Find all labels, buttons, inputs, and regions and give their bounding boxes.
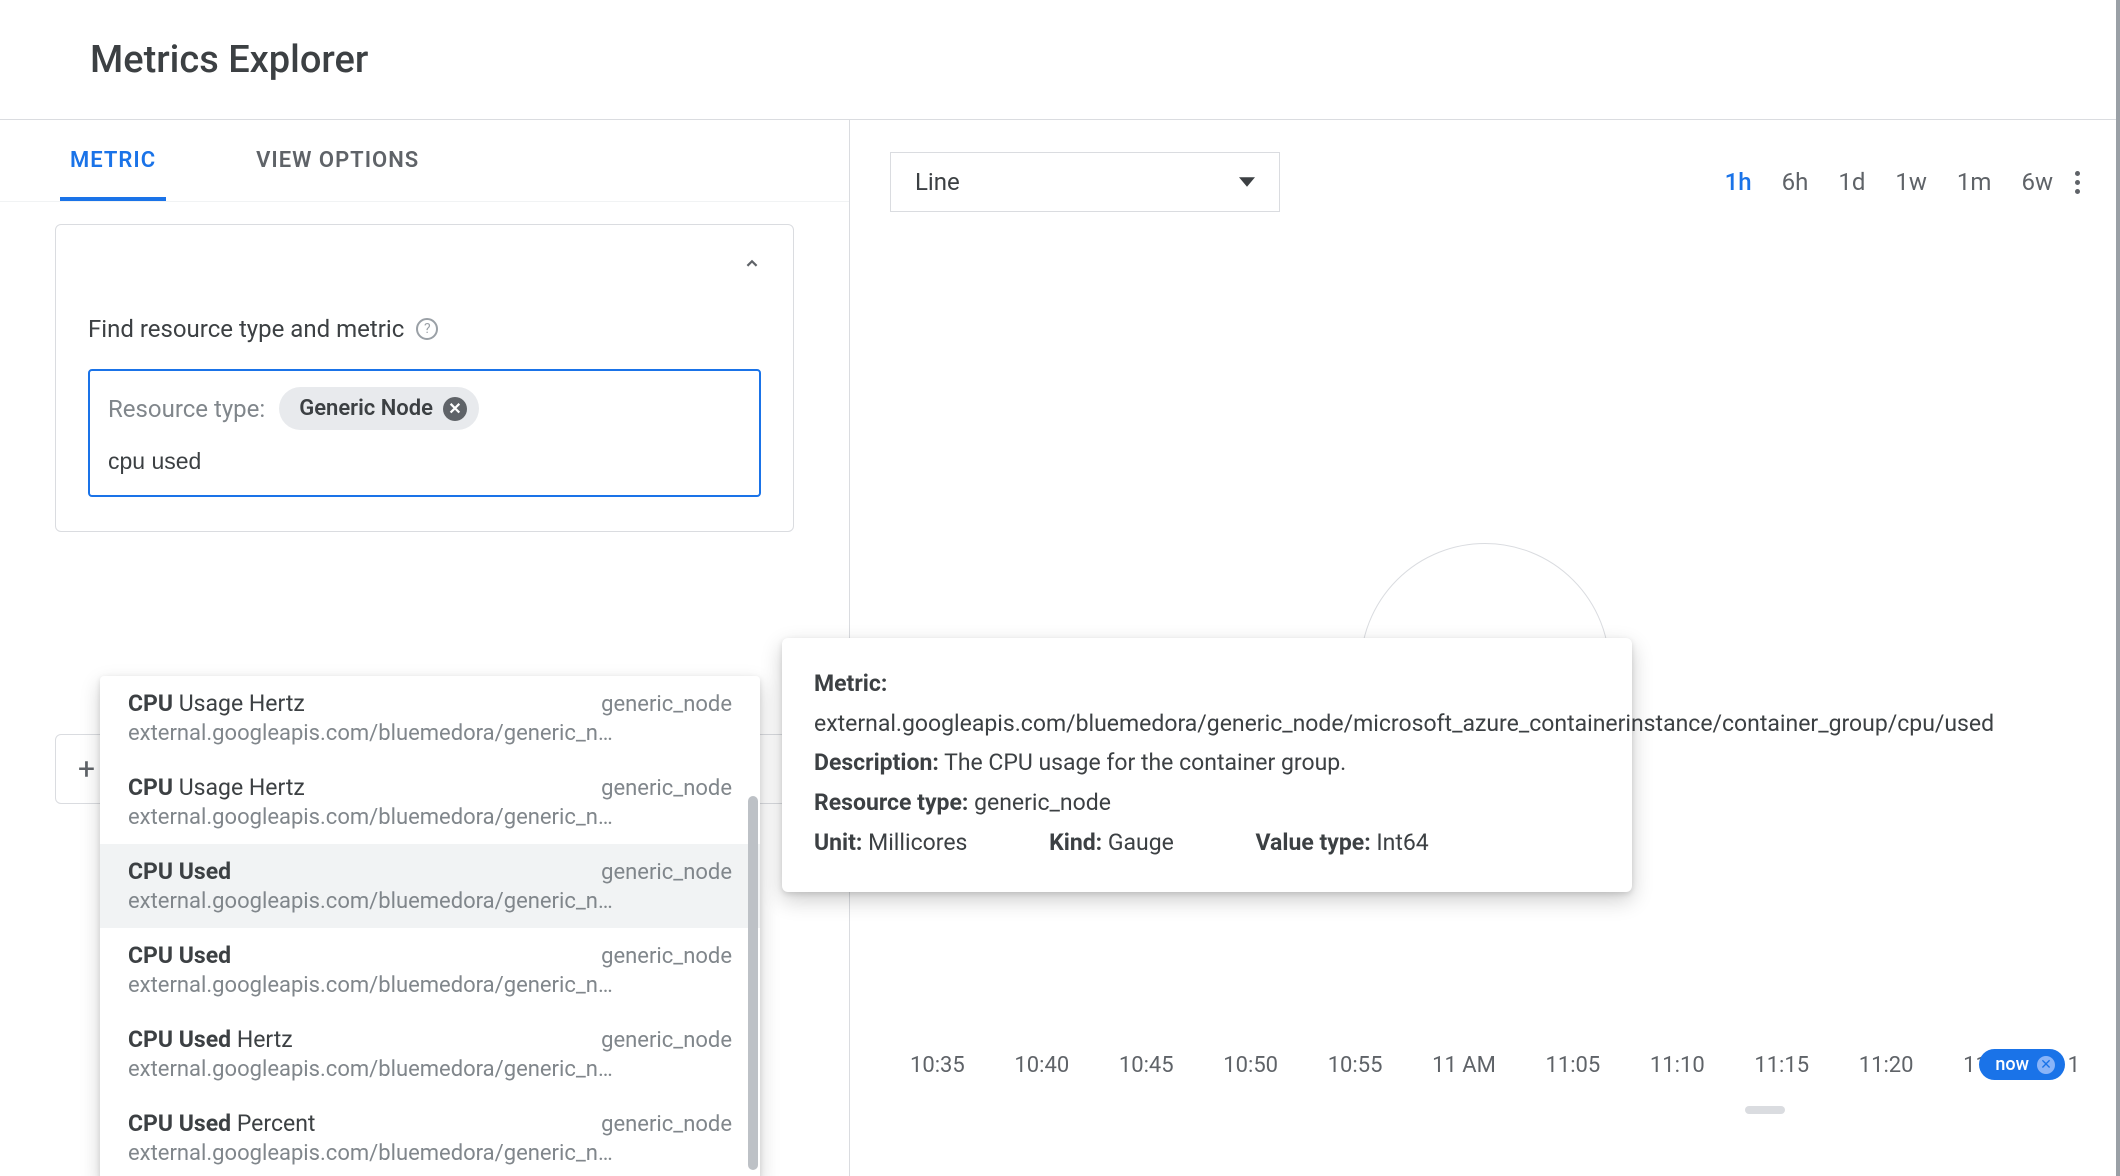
tabs: METRIC VIEW OPTIONS — [0, 120, 849, 202]
tooltip-description-value: The CPU usage for the container group. — [944, 749, 1346, 776]
caret-down-icon — [1239, 174, 1255, 190]
help-icon[interactable]: ? — [416, 318, 438, 340]
tooltip-unit-label: Unit: — [814, 829, 862, 856]
time-range-1m[interactable]: 1m — [1957, 168, 1992, 196]
resource-type-chip[interactable]: Generic Node ✕ — [279, 387, 479, 430]
tooltip-description-label: Description: — [814, 749, 939, 776]
x-tick: 11:15 — [1754, 1053, 1809, 1078]
tooltip-metric-label: Metric: — [814, 670, 887, 697]
tooltip-kind-value: Gauge — [1108, 829, 1174, 856]
chip-remove-icon[interactable]: ✕ — [443, 397, 467, 421]
metric-tooltip: Metric: external.googleapis.com/bluemedo… — [782, 638, 1632, 892]
chevron-up-icon — [741, 253, 763, 275]
chart-type-label: Line — [915, 168, 960, 196]
time-range-1d[interactable]: 1d — [1838, 168, 1865, 196]
tab-metric[interactable]: METRIC — [60, 120, 166, 201]
tooltip-metric-value: external.googleapis.com/bluemedora/gener… — [814, 706, 1600, 742]
x-tick: 11:20 — [1859, 1053, 1914, 1078]
time-range-6w[interactable]: 6w — [2021, 168, 2053, 196]
find-label: Find resource type and metric — [88, 315, 404, 343]
suggestion-item[interactable]: CPU Usage Hertzgeneric_nodeexternal.goog… — [100, 760, 760, 844]
x-tick: 10:35 — [910, 1053, 965, 1078]
suggestion-item[interactable]: CPU Usedgeneric_nodeexternal.googleapis.… — [100, 928, 760, 1012]
tooltip-kind-label: Kind: — [1049, 829, 1102, 856]
scrub-handle[interactable] — [1745, 1106, 1785, 1114]
now-clear-icon[interactable]: ✕ — [2037, 1056, 2055, 1074]
chart-x-axis: 10:35 10:40 10:45 10:50 10:55 11 AM 11:05 11:10… — [910, 1053, 2080, 1078]
resource-type-label: Resource type: — [108, 395, 265, 423]
now-label: now — [1995, 1054, 2029, 1075]
tab-view-options[interactable]: VIEW OPTIONS — [246, 120, 429, 201]
now-pill[interactable]: now ✕ — [1979, 1049, 2065, 1080]
dropdown-scrollbar[interactable] — [748, 796, 758, 1170]
more-menu[interactable] — [2075, 171, 2080, 194]
tooltip-resource-type-label: Resource type: — [814, 789, 968, 816]
chart-top-bar: Line 1h 6h 1d 1w 1m 6w — [850, 120, 2120, 212]
chip-text: Generic Node — [299, 396, 433, 421]
time-range-picker: 1h 6h 1d 1w 1m 6w — [1725, 168, 2053, 196]
x-tick: 1 — [2068, 1053, 2080, 1078]
tooltip-unit-value: Millicores — [868, 829, 967, 856]
x-tick: 10:40 — [1014, 1053, 1069, 1078]
x-tick: 10:45 — [1119, 1053, 1174, 1078]
tooltip-value-type-value: Int64 — [1376, 829, 1428, 856]
collapse-toggle[interactable] — [741, 253, 763, 279]
left-panel: METRIC VIEW OPTIONS Find resource type a… — [0, 120, 850, 1176]
suggestion-item[interactable]: CPU Usage Hertzgeneric_nodeexternal.goog… — [100, 676, 760, 760]
x-tick: 11 AM — [1432, 1053, 1496, 1078]
metric-suggestions-dropdown: CPU Usage Hertzgeneric_nodeexternal.goog… — [100, 676, 760, 1176]
header: Metrics Explorer — [0, 0, 2120, 120]
metric-search-box[interactable]: Resource type: Generic Node ✕ — [88, 369, 761, 497]
x-tick: 11:10 — [1650, 1053, 1705, 1078]
find-label-row: Find resource type and metric ? — [88, 315, 761, 343]
x-tick: 11:05 — [1545, 1053, 1600, 1078]
time-range-1h[interactable]: 1h — [1725, 168, 1752, 196]
x-tick: 10:55 — [1328, 1053, 1383, 1078]
metric-config-card: Find resource type and metric ? Resource… — [55, 224, 794, 532]
chart-type-select[interactable]: Line — [890, 152, 1280, 212]
suggestion-item[interactable]: CPU Usedgeneric_nodeexternal.googleapis.… — [100, 844, 760, 928]
tooltip-resource-type-value: generic_node — [974, 789, 1111, 816]
suggestion-item[interactable]: CPU Used Hertzgeneric_nodeexternal.googl… — [100, 1012, 760, 1096]
suggestion-item[interactable]: CPU Used Percentgeneric_nodeexternal.goo… — [100, 1096, 760, 1176]
time-range-1w[interactable]: 1w — [1895, 168, 1927, 196]
plus-icon: + — [78, 752, 95, 787]
metric-search-input[interactable] — [108, 448, 741, 475]
tooltip-value-type-label: Value type: — [1256, 829, 1371, 856]
x-tick: 10:50 — [1223, 1053, 1278, 1078]
page-title: Metrics Explorer — [90, 38, 368, 82]
time-range-6h[interactable]: 6h — [1782, 168, 1809, 196]
